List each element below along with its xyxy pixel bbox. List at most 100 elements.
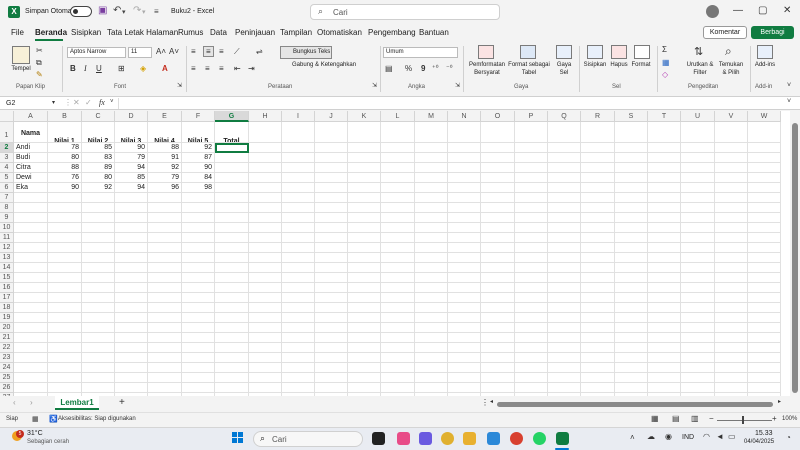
prev-sheet-icon[interactable]: ‹ [13,398,16,407]
cell-d26[interactable] [115,383,148,393]
spreadsheet-grid[interactable]: ABCDEFGHIJKLMNOPQRSTUVW1Nama SiswaNilai … [0,111,790,396]
row-header-9[interactable]: 9 [0,213,14,223]
cell-p17[interactable] [515,293,548,303]
row-header-3[interactable]: 3 [0,153,14,163]
row-header-19[interactable]: 19 [0,313,14,323]
cell-t16[interactable] [648,283,681,293]
cell-j24[interactable] [315,363,348,373]
cell-q11[interactable] [548,233,581,243]
cell-u21[interactable] [681,333,715,343]
cell-n17[interactable] [448,293,481,303]
cell-l12[interactable] [381,243,415,253]
cell-t19[interactable] [648,313,681,323]
cell-w13[interactable] [748,253,781,263]
cell-b23[interactable] [48,353,82,363]
cell-v11[interactable] [715,233,748,243]
italic-button[interactable]: I [84,64,87,73]
cell-styles-label-1[interactable]: Gaya [552,62,576,68]
cell-p18[interactable] [515,303,548,313]
cell-h18[interactable] [249,303,282,313]
cell-r5[interactable] [581,173,615,183]
cell-k10[interactable] [348,223,381,233]
cell-l21[interactable] [381,333,415,343]
cell-i11[interactable] [282,233,315,243]
column-header-s[interactable]: S [615,111,648,122]
cell-c13[interactable] [82,253,115,263]
cell-e9[interactable] [148,213,182,223]
cell-k15[interactable] [348,273,381,283]
cell-p8[interactable] [515,203,548,213]
horizontal-scroll-thumb[interactable] [497,402,773,407]
format-cells-icon[interactable] [634,45,650,59]
cell-w16[interactable] [748,283,781,293]
cell-m13[interactable] [415,253,448,263]
cell-f12[interactable] [182,243,215,253]
cell-v21[interactable] [715,333,748,343]
whatsapp-icon[interactable] [533,432,546,445]
cell-p5[interactable] [515,173,548,183]
cell-c18[interactable] [82,303,115,313]
cell-m20[interactable] [415,323,448,333]
cell-m3[interactable] [415,153,448,163]
cell-r13[interactable] [581,253,615,263]
insert-function-icon[interactable]: fx [99,98,105,107]
cell-f19[interactable] [182,313,215,323]
cell-u13[interactable] [681,253,715,263]
cell-q23[interactable] [548,353,581,363]
zoom-slider[interactable] [717,420,772,421]
cell-i15[interactable] [282,273,315,283]
row-header-26[interactable]: 26 [0,383,14,393]
cell-g21[interactable] [215,333,249,343]
scroll-right-icon[interactable]: ▸ [778,398,781,405]
cell-n9[interactable] [448,213,481,223]
cell-e21[interactable] [148,333,182,343]
cell-u23[interactable] [681,353,715,363]
increase-indent-icon[interactable]: ⇥ [248,64,255,73]
tab-rumus[interactable]: Rumus [178,28,203,37]
cell-o4[interactable] [481,163,515,173]
cell-p22[interactable] [515,343,548,353]
cell-r19[interactable] [581,313,615,323]
cell-m4[interactable] [415,163,448,173]
cell-a16[interactable] [14,283,48,293]
cell-e11[interactable] [148,233,182,243]
align-top-icon[interactable]: ≡ [191,47,196,56]
cell-l3[interactable] [381,153,415,163]
cell-t26[interactable] [648,383,681,393]
row-header-17[interactable]: 17 [0,293,14,303]
cell-s15[interactable] [615,273,648,283]
cell-a10[interactable] [14,223,48,233]
cell-o14[interactable] [481,263,515,273]
row-header-5[interactable]: 5 [0,173,14,183]
row-header-22[interactable]: 22 [0,343,14,353]
temperature[interactable]: 31°C [27,430,43,437]
format-as-table-icon[interactable] [520,45,536,59]
row-header-6[interactable]: 6 [0,183,14,193]
cell-g22[interactable] [215,343,249,353]
cell-v4[interactable] [715,163,748,173]
cell-g10[interactable] [215,223,249,233]
cell-o9[interactable] [481,213,515,223]
conditional-formatting-icon[interactable] [478,45,494,59]
formula-dropdown-icon[interactable]: ˅ [110,99,114,105]
cell-l20[interactable] [381,323,415,333]
cell-c14[interactable] [82,263,115,273]
cell-n23[interactable] [448,353,481,363]
row-header-7[interactable]: 7 [0,193,14,203]
cell-o7[interactable] [481,193,515,203]
cell-h19[interactable] [249,313,282,323]
cell-j11[interactable] [315,233,348,243]
customize-toolbar-icon[interactable]: ≡ [154,7,159,16]
cell-j3[interactable] [315,153,348,163]
cell-c7[interactable] [82,193,115,203]
cell-l2[interactable] [381,143,415,153]
cell-i3[interactable] [282,153,315,163]
cell-o11[interactable] [481,233,515,243]
cell-o12[interactable] [481,243,515,253]
cell-a13[interactable] [14,253,48,263]
cell-r6[interactable] [581,183,615,193]
cell-w8[interactable] [748,203,781,213]
cell-s22[interactable] [615,343,648,353]
cell-c26[interactable] [82,383,115,393]
cell-g5[interactable] [215,173,249,183]
